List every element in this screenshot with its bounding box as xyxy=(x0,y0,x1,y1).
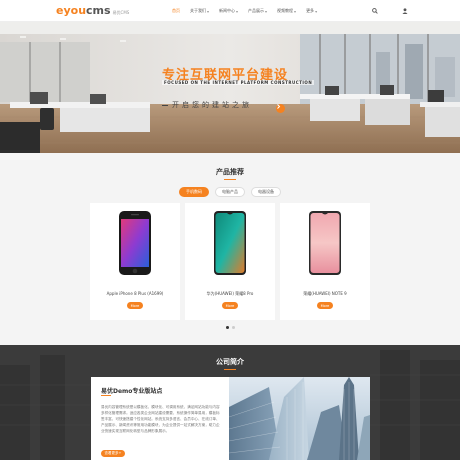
carousel-dot[interactable] xyxy=(225,326,229,329)
product-name: 荣耀(HUAWEI) NOTE 9 xyxy=(303,291,347,296)
header-icons xyxy=(370,6,410,16)
hero-slogan: 开启您的建站之旅 xyxy=(162,100,252,110)
main-nav: 首页 关于我们 ▾ 新闻中心 ▾ 产品展示 ▾ 视频教程 ▾ 更多 ▾ xyxy=(172,0,327,22)
product-card[interactable]: 华为(HUAWEI) 荣耀8 Pro More xyxy=(185,203,275,320)
tab-phones[interactable]: 手机数码 xyxy=(179,187,209,197)
about-title: 公司简介 xyxy=(216,358,244,366)
products-title: 产品推荐 xyxy=(216,168,244,176)
nav-item-products[interactable]: 产品展示 ▾ xyxy=(248,0,267,22)
site-logo[interactable]: eyou cms 易优CMS xyxy=(56,5,129,16)
search-button[interactable] xyxy=(370,6,380,16)
chevron-down-icon: ▾ xyxy=(315,8,318,14)
product-image xyxy=(185,203,275,283)
slogan-line xyxy=(162,104,168,106)
product-image xyxy=(280,203,370,283)
honor-phone-image xyxy=(309,211,341,275)
arrow-right-icon xyxy=(277,104,281,109)
chevron-down-icon: ▾ xyxy=(265,8,268,14)
search-icon xyxy=(372,8,378,14)
user-icon xyxy=(402,8,408,14)
iphone-image xyxy=(119,211,151,275)
product-name: Apple iPhone 8 Plus (A1699) xyxy=(106,291,164,296)
buildings-image xyxy=(229,377,370,460)
chevron-down-icon: ▾ xyxy=(294,8,297,14)
product-name: 华为(HUAWEI) 荣耀8 Pro xyxy=(206,291,254,296)
nav-label: 首页 xyxy=(172,8,180,13)
user-button[interactable] xyxy=(400,6,410,16)
site-header: eyou cms 易优CMS 首页 关于我们 ▾ 新闻中心 ▾ 产品展示 ▾ 视频教程… xyxy=(0,0,460,22)
about-heading: 易优Demo专业版站点 xyxy=(101,388,163,395)
about-more-button[interactable]: 查看更多+ xyxy=(101,450,125,457)
product-tabs: 手机数码 电脑产品 电器设备 xyxy=(0,187,460,197)
tab-computers[interactable]: 电脑产品 xyxy=(215,187,245,197)
product-card[interactable]: Apple iPhone 8 Plus (A1699) More xyxy=(90,203,180,320)
nav-item-videos[interactable]: 视频教程 ▾ xyxy=(277,0,296,22)
logo-text-cms: cms xyxy=(86,4,111,17)
nav-item-more[interactable]: 更多 ▾ xyxy=(306,0,317,22)
nav-label: 新闻中心 xyxy=(219,8,236,13)
product-image xyxy=(90,203,180,283)
carousel-dot[interactable] xyxy=(231,326,235,329)
nav-label: 关于我们 xyxy=(190,8,206,13)
products-title-underline xyxy=(224,179,236,180)
logo-text-eyou: eyou xyxy=(56,4,87,17)
about-text: 易优内容管理系统是以模板化、模块化、可调用系统，满足网站功能与内容多样化管理需求… xyxy=(101,405,220,433)
hero-office-image xyxy=(0,22,460,153)
carousel-dots xyxy=(0,326,460,329)
nav-label: 更多 xyxy=(306,8,315,13)
page: eyou cms 易优CMS 首页 关于我们 ▾ 新闻中心 ▾ 产品展示 ▾ 视频教程… xyxy=(0,0,460,460)
nav-item-about[interactable]: 关于我们 ▾ xyxy=(190,0,209,22)
about-buildings-image xyxy=(229,377,370,460)
nav-item-news[interactable]: 新闻中心 ▾ xyxy=(219,0,238,22)
huawei-phone-image xyxy=(214,211,246,275)
hero-subtitle-en: FOCUSED ON THE INTERNET PLATFORM CONSTRU… xyxy=(162,80,315,85)
more-button[interactable]: More xyxy=(222,302,238,309)
chevron-down-icon: ▾ xyxy=(236,8,239,14)
more-button[interactable]: More xyxy=(317,302,333,309)
more-button[interactable]: More xyxy=(127,302,143,309)
hero-banner: 专注互联网平台建设 FOCUSED ON THE INTERNET PLATFO… xyxy=(0,22,460,153)
product-card[interactable]: 荣耀(HUAWEI) NOTE 9 More xyxy=(280,203,370,320)
nav-item-home[interactable]: 首页 xyxy=(172,0,180,22)
slogan-text: 开启您的建站之旅 xyxy=(172,101,252,109)
nav-label: 产品展示 xyxy=(248,8,265,13)
chevron-down-icon: ▾ xyxy=(207,8,210,14)
about-title-underline xyxy=(224,369,236,370)
about-heading-underline xyxy=(101,395,111,396)
nav-label: 视频教程 xyxy=(277,8,294,13)
logo-subtitle: 易优CMS xyxy=(112,10,130,15)
hero-go-button[interactable] xyxy=(276,104,285,113)
tab-appliances[interactable]: 电器设备 xyxy=(251,187,281,197)
